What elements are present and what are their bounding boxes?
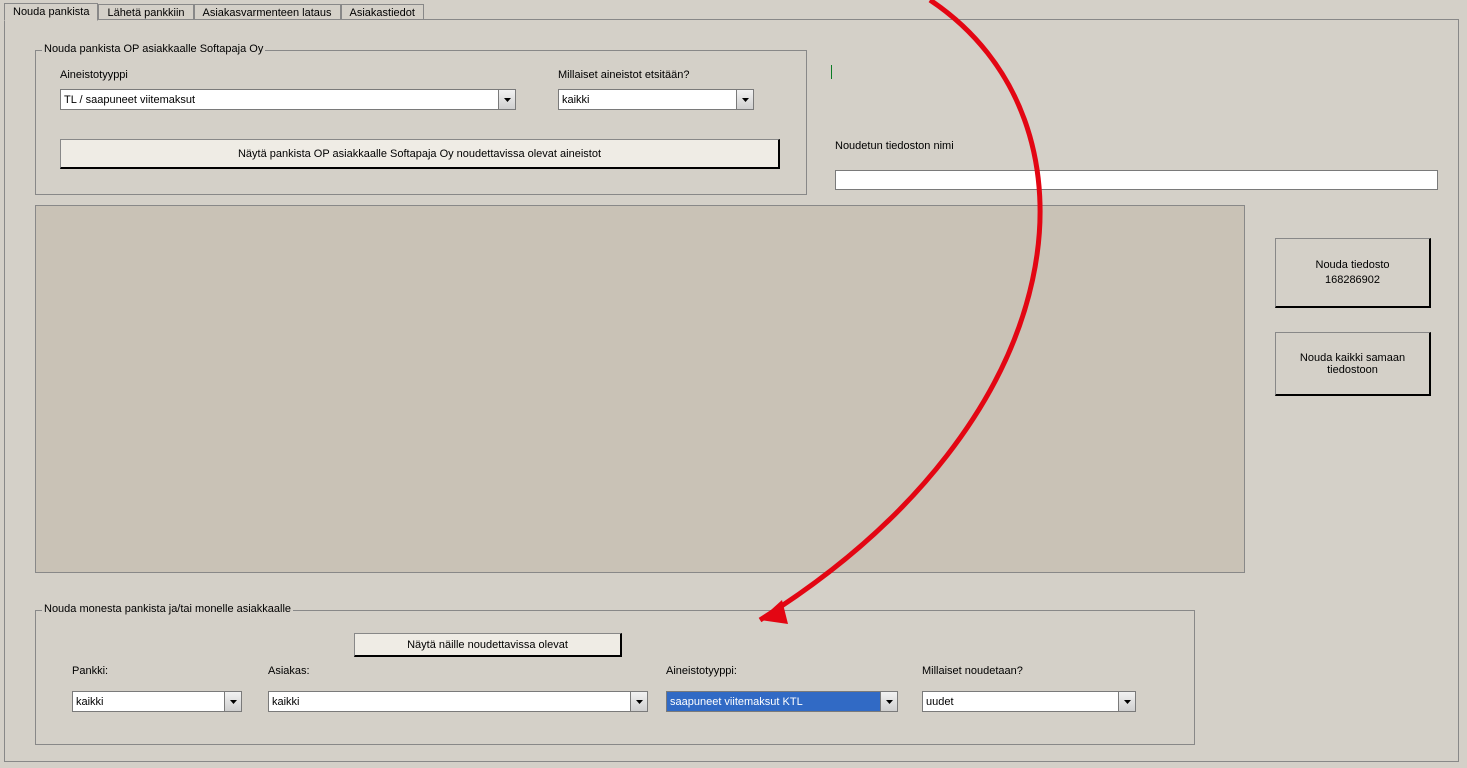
label-asiakas: Asiakas: <box>268 665 310 677</box>
combo-pankki-input[interactable] <box>72 691 225 712</box>
chevron-down-icon[interactable] <box>225 691 242 712</box>
text-caret <box>831 65 832 79</box>
nouda-kaikki-label: Nouda kaikki samaan tiedostoon <box>1293 352 1413 376</box>
tab-label: Nouda pankista <box>13 6 89 18</box>
combo-millaiset-bottom-input[interactable] <box>922 691 1119 712</box>
group-nouda-monesta: Nouda monesta pankista ja/tai monelle as… <box>35 610 1195 745</box>
chevron-down-icon[interactable] <box>1119 691 1136 712</box>
nouda-tiedosto-button[interactable]: Nouda tiedosto 168286902 <box>1275 238 1431 308</box>
label-millaiset: Millaiset aineistot etsitään? <box>558 69 689 81</box>
group-title: Nouda pankista OP asiakkaalle Softapaja … <box>42 43 265 55</box>
nayta-button-bottom-label: Näytä näille noudettavissa olevat <box>407 639 568 651</box>
tab-nouda-pankista[interactable]: Nouda pankista <box>4 3 98 21</box>
label-aineistotyyppi-bottom: Aineistotyyppi: <box>666 665 737 677</box>
tab-label: Asiakastiedot <box>350 7 415 19</box>
label-aineistotyyppi: Aineistotyyppi <box>60 69 128 81</box>
chevron-down-icon[interactable] <box>737 89 754 110</box>
nouda-tiedosto-label: Nouda tiedosto 168286902 <box>1316 258 1390 287</box>
combo-pankki[interactable] <box>72 691 242 712</box>
nayta-button-top-label: Näytä pankista OP asiakkaalle Softapaja … <box>238 148 601 160</box>
chevron-down-icon[interactable] <box>631 691 648 712</box>
combo-millaiset[interactable] <box>558 89 754 110</box>
tab-label: Asiakasvarmenteen lataus <box>203 7 332 19</box>
group-nouda-pankista-op: Nouda pankista OP asiakkaalle Softapaja … <box>35 50 807 195</box>
nayta-button-bottom[interactable]: Näytä näille noudettavissa olevat <box>354 633 622 657</box>
tab-label: Lähetä pankkiin <box>107 7 184 19</box>
tab-strip: Nouda pankista Lähetä pankkiin Asiakasva… <box>4 0 1467 20</box>
chevron-down-icon[interactable] <box>881 691 898 712</box>
results-list[interactable] <box>35 205 1245 573</box>
label-millaiset-bottom: Millaiset noudetaan? <box>922 665 1023 677</box>
combo-millaiset-bottom[interactable] <box>922 691 1136 712</box>
tab-body: Nouda pankista OP asiakkaalle Softapaja … <box>4 19 1459 762</box>
combo-aineistotyyppi-bottom-input[interactable] <box>666 691 881 712</box>
combo-aineistotyyppi[interactable] <box>60 89 516 110</box>
combo-millaiset-input[interactable] <box>558 89 737 110</box>
label-pankki: Pankki: <box>72 665 108 677</box>
combo-asiakas[interactable] <box>268 691 648 712</box>
nayta-button-top[interactable]: Näytä pankista OP asiakkaalle Softapaja … <box>60 139 780 169</box>
combo-asiakas-input[interactable] <box>268 691 631 712</box>
chevron-down-icon[interactable] <box>499 89 516 110</box>
combo-aineistotyyppi-input[interactable] <box>60 89 499 110</box>
nouda-kaikki-button[interactable]: Nouda kaikki samaan tiedostoon <box>1275 332 1431 396</box>
group-title-bottom: Nouda monesta pankista ja/tai monelle as… <box>42 603 293 615</box>
combo-aineistotyyppi-bottom[interactable] <box>666 691 898 712</box>
label-file-name: Noudetun tiedoston nimi <box>835 140 954 152</box>
file-name-field[interactable] <box>835 170 1438 190</box>
